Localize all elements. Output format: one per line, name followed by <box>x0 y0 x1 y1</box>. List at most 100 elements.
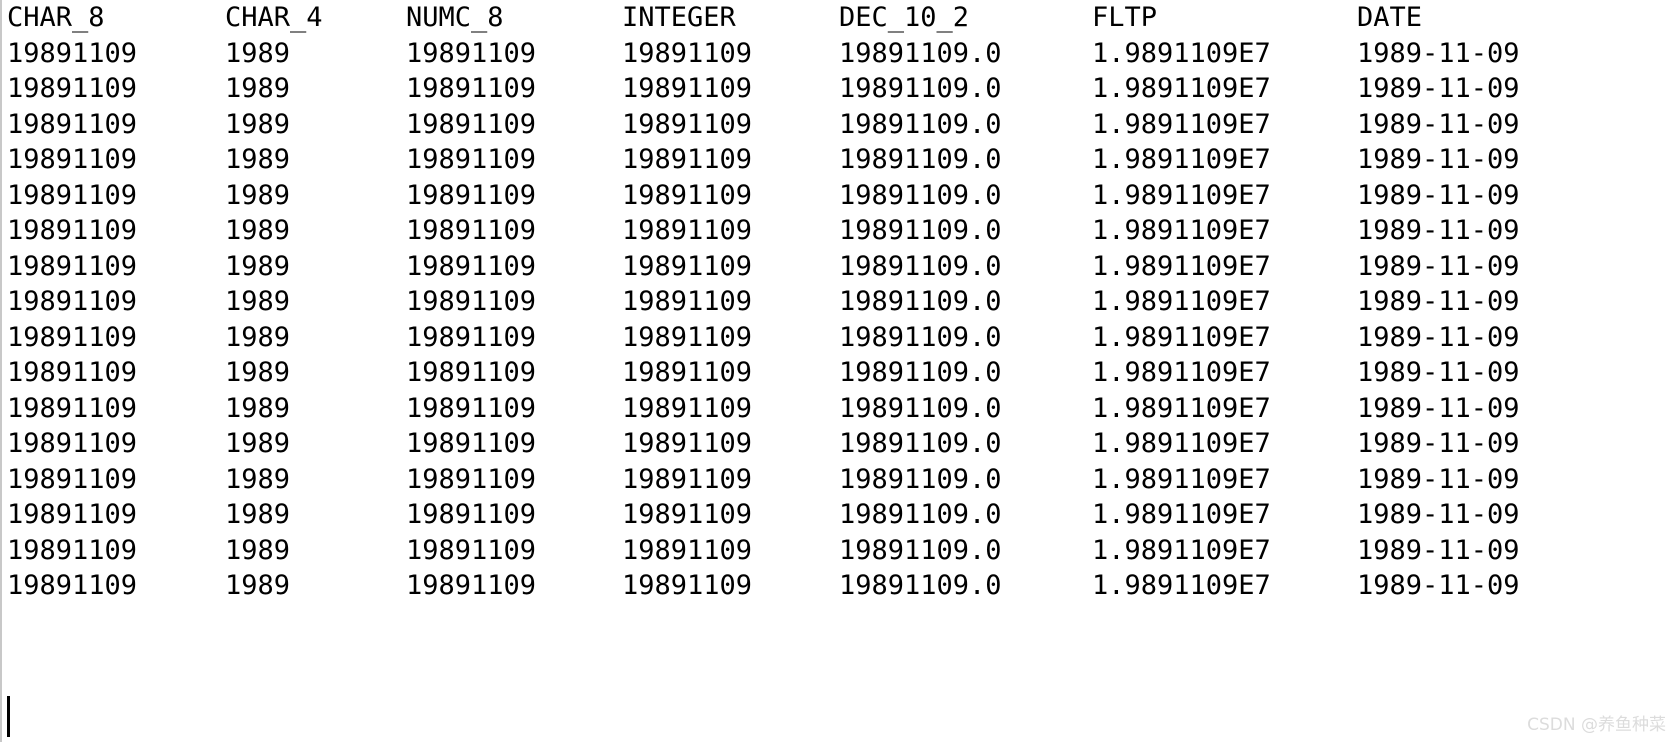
watermark: CSDN @养鱼种菜 <box>1527 715 1666 735</box>
table-cell: 1.9891109E7 <box>1092 357 1271 388</box>
table-cell: 19891109 <box>622 463 753 495</box>
table-cell: 19891109 <box>406 286 537 317</box>
column-header-dec_10_2: DEC_10_2 <box>839 2 970 33</box>
table-cell: 19891109 <box>622 37 753 69</box>
table-cell: 19891109.0 <box>839 570 1002 601</box>
table-cell: 19891109 <box>622 428 753 459</box>
table-cell: 1989-11-09 <box>1357 286 1520 317</box>
table-cell: 1989-11-09 <box>1357 392 1520 424</box>
table-cell: 1989 <box>225 570 291 601</box>
table-cell: 19891109.0 <box>839 37 1002 69</box>
output-text-grid: CHAR_8 CHAR_4 NUMC_8 INTEGER DEC_10_2 FLTP DAT… <box>2 0 1678 604</box>
table-cell: 1.9891109E7 <box>1092 37 1271 69</box>
table-cell: 1989-11-09 <box>1357 570 1520 601</box>
table-cell: 1989 <box>225 428 291 459</box>
table-cell: 19891109.0 <box>839 534 1002 566</box>
table-cell: 1.9891109E7 <box>1092 108 1271 140</box>
table-cell: 19891109 <box>406 499 537 530</box>
table-row: 19891109 1989 19891109 19891109 19891109.0 1.… <box>2 497 1678 533</box>
table-header-row: CHAR_8 CHAR_4 NUMC_8 INTEGER DEC_10_2 FLTP DAT… <box>2 0 1678 36</box>
table-cell: 1989-11-09 <box>1357 428 1520 459</box>
table-cell: 1.9891109E7 <box>1092 179 1271 211</box>
table-cell: 19891109 <box>406 357 537 388</box>
table-cell: 19891109.0 <box>839 250 1002 282</box>
table-cell: 19891109 <box>7 534 138 566</box>
table-cell: 19891109.0 <box>839 73 1002 104</box>
table-cell: 19891109 <box>622 392 753 424</box>
table-row: 19891109 1989 19891109 19891109 19891109.0 1.… <box>2 213 1678 249</box>
table-row: 19891109 1989 19891109 19891109 19891109.0 1.… <box>2 355 1678 391</box>
table-cell: 1989 <box>225 534 291 566</box>
table-cell: 19891109 <box>622 499 753 530</box>
console-output-panel[interactable]: CHAR_8 CHAR_4 NUMC_8 INTEGER DEC_10_2 FLTP DAT… <box>0 0 1678 742</box>
column-header-integer: INTEGER <box>622 2 736 33</box>
table-cell: 1989 <box>225 499 291 530</box>
table-cell: 19891109 <box>406 215 537 246</box>
table-cell: 19891109 <box>622 357 753 388</box>
table-cell: 1989-11-09 <box>1357 534 1520 566</box>
table-cell: 1989 <box>225 73 291 104</box>
text-caret <box>7 696 10 737</box>
table-cell: 1989-11-09 <box>1357 250 1520 282</box>
table-cell: 19891109.0 <box>839 108 1002 140</box>
table-cell: 1989-11-09 <box>1357 499 1520 530</box>
table-cell: 19891109 <box>622 321 753 353</box>
table-cell: 1989-11-09 <box>1357 144 1520 175</box>
table-cell: 1989 <box>225 144 291 175</box>
table-cell: 1989-11-09 <box>1357 73 1520 104</box>
table-cell: 19891109.0 <box>839 392 1002 424</box>
table-cell: 1.9891109E7 <box>1092 499 1271 530</box>
table-cell: 1989-11-09 <box>1357 37 1520 69</box>
table-cell: 19891109 <box>406 534 537 566</box>
table-cell: 19891109.0 <box>839 215 1002 246</box>
table-cell: 1.9891109E7 <box>1092 463 1271 495</box>
column-header-date: DATE <box>1357 2 1423 33</box>
table-cell: 19891109 <box>622 108 753 140</box>
table-row: 19891109 1989 19891109 19891109 19891109.0 1.… <box>2 533 1678 569</box>
table-cell: 19891109 <box>406 144 537 175</box>
table-cell: 19891109 <box>406 250 537 282</box>
table-cell: 1.9891109E7 <box>1092 570 1271 601</box>
table-cell: 19891109 <box>7 428 138 459</box>
table-cell: 19891109 <box>622 250 753 282</box>
table-cell: 19891109 <box>622 215 753 246</box>
table-row: 19891109 1989 19891109 19891109 19891109.0 1.… <box>2 320 1678 356</box>
table-cell: 1989-11-09 <box>1357 108 1520 140</box>
table-cell: 1989 <box>225 321 291 353</box>
table-cell: 19891109 <box>622 570 753 601</box>
column-header-char_4: CHAR_4 <box>225 2 323 33</box>
table-cell: 1989 <box>225 286 291 317</box>
table-cell: 19891109 <box>7 37 138 69</box>
table-cell: 1989 <box>225 179 291 211</box>
table-cell: 1989 <box>225 215 291 246</box>
table-cell: 19891109.0 <box>839 321 1002 353</box>
table-cell: 19891109 <box>406 73 537 104</box>
table-cell: 1.9891109E7 <box>1092 534 1271 566</box>
table-row: 19891109 1989 19891109 19891109 19891109.0 1.… <box>2 391 1678 427</box>
table-cell: 19891109 <box>406 108 537 140</box>
table-cell: 19891109 <box>7 321 138 353</box>
table-cell: 1.9891109E7 <box>1092 428 1271 459</box>
table-row: 19891109 1989 19891109 19891109 19891109.0 1.… <box>2 142 1678 178</box>
table-cell: 19891109 <box>7 357 138 388</box>
table-cell: 19891109 <box>406 37 537 69</box>
table-cell: 1989-11-09 <box>1357 463 1520 495</box>
column-header-fltp: FLTP <box>1092 2 1158 33</box>
table-cell: 19891109 <box>7 108 138 140</box>
table-cell: 19891109 <box>622 179 753 211</box>
table-cell: 1.9891109E7 <box>1092 286 1271 317</box>
table-cell: 1.9891109E7 <box>1092 321 1271 353</box>
table-cell: 19891109 <box>406 463 537 495</box>
table-cell: 1.9891109E7 <box>1092 73 1271 104</box>
table-cell: 19891109 <box>406 321 537 353</box>
table-cell: 1989 <box>225 37 291 69</box>
table-cell: 1989 <box>225 250 291 282</box>
table-cell: 1989 <box>225 357 291 388</box>
column-header-numc_8: NUMC_8 <box>406 2 504 33</box>
table-row: 19891109 1989 19891109 19891109 19891109.0 1.… <box>2 462 1678 498</box>
table-cell: 19891109 <box>7 144 138 175</box>
table-cell: 1.9891109E7 <box>1092 250 1271 282</box>
table-cell: 19891109 <box>7 179 138 211</box>
table-cell: 19891109 <box>406 179 537 211</box>
table-cell: 1989-11-09 <box>1357 321 1520 353</box>
